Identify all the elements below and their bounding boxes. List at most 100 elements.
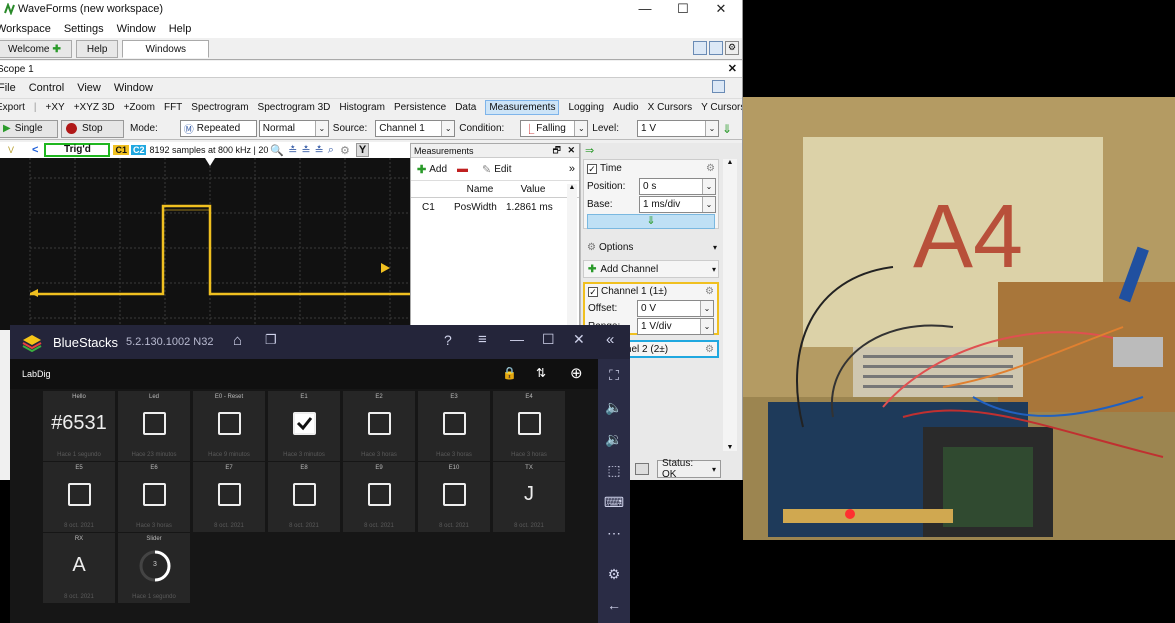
home-icon[interactable]: ⌂ — [233, 332, 242, 349]
options-button[interactable]: ⚙ Options ▾ — [583, 238, 719, 256]
widget-tile[interactable]: E0 - Reset Hace 9 minutos — [193, 391, 265, 461]
checkbox[interactable] — [368, 412, 391, 435]
widget-tile[interactable]: Hello #6531 Hace 1 segundo — [43, 391, 115, 461]
pointer-icon[interactable]: ⬚ — [598, 462, 630, 479]
trigger-position-marker[interactable] — [205, 158, 215, 166]
widget-tile[interactable]: E2 Hace 3 horas — [343, 391, 415, 461]
widget-tile[interactable]: Led Hace 23 minutos — [118, 391, 190, 461]
tool-persistence[interactable]: Persistence — [394, 102, 446, 113]
align-icon[interactable]: ≛ — [315, 144, 324, 157]
checkbox[interactable] — [143, 412, 166, 435]
gear-icon[interactable]: ⚙ — [705, 286, 714, 297]
tool-measurements[interactable]: Measurements — [485, 100, 560, 115]
tab-welcome[interactable]: Welcome ✚ — [0, 40, 72, 58]
help-icon[interactable]: ? — [444, 332, 452, 348]
menu-help[interactable]: Help — [169, 23, 192, 35]
widget-tile[interactable]: E4 Hace 3 horas — [493, 391, 565, 461]
restore-icon[interactable] — [712, 80, 725, 93]
widget-tile[interactable]: Slider 3 Hace 1 segundo — [118, 533, 190, 603]
tool-audio[interactable]: Audio — [613, 102, 639, 113]
split-view-icon[interactable] — [693, 41, 707, 55]
time-checkbox[interactable]: ✓ — [587, 163, 597, 174]
tool-x-cursors[interactable]: X Cursors — [648, 102, 692, 113]
menu-window[interactable]: Window — [114, 82, 153, 94]
remove-icon[interactable]: ▬ — [457, 163, 468, 175]
back-icon[interactable]: ← — [598, 597, 630, 613]
widget-tile[interactable]: E6 Hace 3 horas — [118, 462, 190, 532]
window-icon[interactable] — [635, 463, 649, 475]
float-icon[interactable]: 🗗 — [553, 143, 561, 159]
tab-windows[interactable]: Windows — [122, 40, 210, 58]
channel-1-badge[interactable]: C1 — [113, 145, 129, 155]
menu-file[interactable]: File — [0, 82, 16, 94]
gear-icon[interactable]: ⚙ — [725, 41, 739, 55]
checkbox[interactable] — [293, 483, 316, 506]
magnifier-icon[interactable]: ⌕ — [328, 144, 334, 157]
lock-icon[interactable]: 🔒 — [502, 366, 517, 380]
trigger-mode-select[interactable]: Normal ⌄ — [258, 120, 329, 137]
widget-tile[interactable]: RX A 8 oct. 2021 — [43, 533, 115, 603]
tool-spectrogram[interactable]: Spectrogram — [191, 102, 248, 113]
widget-tile[interactable]: E7 8 oct. 2021 — [193, 462, 265, 532]
tool-histogram[interactable]: Histogram — [339, 102, 385, 113]
range-field[interactable]: 1 V/div ⌄ — [637, 317, 714, 335]
widget-tile[interactable]: E8 8 oct. 2021 — [268, 462, 340, 532]
trigger-level-marker[interactable] — [381, 263, 390, 273]
single-button[interactable]: ▶ Single — [0, 119, 58, 138]
tool-y-cursors[interactable]: Y Cursors — [701, 102, 742, 113]
menu-window[interactable]: Window — [117, 23, 156, 35]
position-field[interactable]: 0 s ⌄ — [639, 177, 716, 195]
gear-icon[interactable]: ⚙ — [705, 344, 714, 355]
checkbox[interactable] — [518, 412, 541, 435]
close-icon[interactable]: ✕ — [573, 331, 585, 348]
keyboard-icon[interactable]: ⌨ — [598, 494, 630, 511]
y-axis-button[interactable]: Y — [355, 143, 370, 157]
close-button[interactable]: ✕ — [708, 1, 734, 17]
checkbox[interactable] — [218, 412, 241, 435]
tab-help[interactable]: Help — [75, 40, 119, 58]
level-select[interactable]: 1 V ⌄ — [636, 120, 719, 137]
tool-data[interactable]: Data — [455, 102, 476, 113]
minimize-icon[interactable]: — — [510, 331, 524, 347]
checkbox[interactable] — [143, 483, 166, 506]
tool-logging[interactable]: Logging — [568, 102, 604, 113]
checkbox[interactable] — [218, 483, 241, 506]
expand-icon[interactable]: » — [569, 163, 575, 175]
arrow-right-icon[interactable]: ⇒ — [585, 144, 594, 157]
tool-xy[interactable]: +XY — [46, 102, 65, 113]
tool-spectrogram-3d[interactable]: Spectrogram 3D — [258, 102, 331, 113]
sort-icon[interactable]: ⇅ — [536, 366, 546, 380]
maximize-icon[interactable]: ☐ — [542, 331, 555, 348]
tool-fft[interactable]: FFT — [164, 102, 182, 113]
channel-1-checkbox[interactable]: ✓ — [588, 286, 598, 297]
slider-dial[interactable]: 3 — [138, 549, 172, 583]
align-icon[interactable]: ≛ — [288, 144, 297, 157]
close-icon[interactable]: ✕ — [567, 145, 575, 156]
base-field[interactable]: 1 ms/div ⌄ — [639, 195, 716, 213]
tool-xyz[interactable]: +XYZ 3D — [74, 102, 115, 113]
add-button[interactable]: Add — [429, 164, 447, 175]
tool-export[interactable]: Export — [0, 102, 25, 113]
settings-icon[interactable]: ⚙ — [598, 566, 630, 583]
tile-view-icon[interactable] — [709, 41, 723, 55]
edit-button[interactable]: Edit — [494, 164, 511, 175]
status-button[interactable]: Status: OK ▾ — [657, 458, 721, 480]
mode-select[interactable]: Ⓜ Repeated — [179, 120, 257, 137]
zoom-icon[interactable]: 🔍 — [270, 144, 284, 157]
condition-select[interactable]: ⎿ Falling ⌄ — [520, 120, 589, 137]
widget-tile[interactable]: E3 Hace 3 horas — [418, 391, 490, 461]
offset-field[interactable]: 0 V ⌄ — [637, 299, 714, 317]
widget-tile[interactable]: TX J 8 oct. 2021 — [493, 462, 565, 532]
fullscreen-icon[interactable]: ⛶ — [598, 367, 630, 384]
checkbox[interactable] — [443, 412, 466, 435]
collapse-sidebar-icon[interactable]: « — [606, 331, 614, 348]
arrow-down-icon[interactable]: ⇓ — [722, 122, 732, 136]
source-select[interactable]: Channel 1 ⌄ — [375, 120, 456, 137]
arrow-left-icon[interactable]: < — [32, 144, 38, 156]
widget-tile[interactable]: E10 8 oct. 2021 — [418, 462, 490, 532]
stop-button[interactable]: Stop — [61, 119, 124, 138]
widget-tile[interactable]: E9 8 oct. 2021 — [343, 462, 415, 532]
checkbox-checked[interactable] — [293, 412, 316, 435]
panel-scrollbar[interactable]: ▲ ▼ — [723, 159, 737, 451]
minimize-button[interactable]: — — [632, 1, 658, 16]
